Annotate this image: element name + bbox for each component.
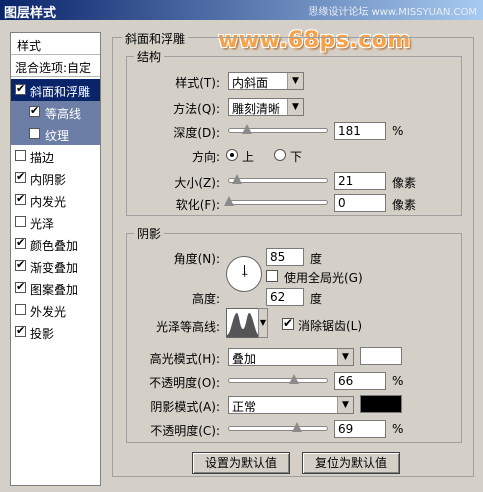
gloss-contour-dropdown[interactable]: ▼ [258,308,268,338]
global-light-label: 使用全局光(G) [284,271,363,285]
watermark-top: 思缘设计论坛 www.MISSYUAN.COM [308,7,477,18]
soften-slider-thumb[interactable] [224,196,234,208]
soften-slider[interactable] [224,196,328,206]
title-bar: 图层样式 思缘设计论坛 www.MISSYUAN.COM [0,0,483,21]
shadow-color-swatch[interactable] [360,395,402,413]
inner-glow-checkbox[interactable] [15,192,26,205]
sidebar-item-drop-shadow[interactable]: 投影 [11,321,100,343]
soften-input[interactable]: 0 [334,194,386,212]
altitude-input[interactable]: 62 [266,288,304,306]
shadow-opacity-slider[interactable] [228,422,328,432]
highlight-opacity-label: 不透明度(O): [149,376,220,390]
bevel-checkbox[interactable] [15,82,26,95]
gloss-contour-preview[interactable] [226,308,260,338]
shadow-opacity-label: 不透明度(C): [150,424,220,438]
direction-label: 方向: [191,150,220,164]
color-overlay-checkbox[interactable] [15,236,26,249]
sidebar-header[interactable]: 样式 [11,33,100,55]
shadow-mode-select[interactable]: 正常 ▼ [228,396,354,414]
angle-unit: 度 [310,252,323,266]
sidebar-item-outer-glow[interactable]: 外发光 [11,299,100,321]
shadow-opacity-unit: % [392,422,404,436]
drop-shadow-checkbox[interactable] [15,324,26,337]
direction-up-radio[interactable] [226,149,238,161]
soften-unit: 像素 [392,198,417,212]
angle-input[interactable]: 85 [266,248,304,266]
size-label: 大小(Z): [174,176,220,190]
chevron-down-icon: ▼ [337,397,353,413]
altitude-unit: 度 [310,292,323,306]
sidebar-item-stroke[interactable]: 描边 [11,145,100,167]
gloss-contour-label: 光泽等高线: [155,320,220,334]
highlight-opacity-unit: % [392,374,404,388]
texture-checkbox[interactable] [29,128,40,139]
sidebar-item-texture[interactable]: 纹理 [11,123,100,145]
depth-slider-thumb[interactable] [241,124,252,136]
shadow-mode-label: 阴影模式(A): [150,400,220,414]
contour-curve-icon [227,313,259,337]
style-list: 样式 混合选项:自定 斜面和浮雕 等高线 纹理 描边 内阴影 内发光 光泽 颜色… [10,32,101,486]
satin-checkbox[interactable] [15,216,26,227]
chevron-down-icon: ▼ [287,99,303,115]
gradient-overlay-checkbox[interactable] [15,258,26,271]
size-unit: 像素 [392,176,417,190]
depth-input[interactable]: 181 [334,122,386,140]
stroke-checkbox[interactable] [15,150,26,161]
contour-checkbox[interactable] [29,104,40,117]
angle-label: 角度(N): [173,252,220,266]
bevel-emboss-title: 斜面和浮雕 [122,30,189,47]
style-label: 样式(T): [175,76,220,90]
depth-label: 深度(D): [173,126,220,140]
sidebar-item-inner-glow[interactable]: 内发光 [11,189,100,211]
altitude-label: 高度: [191,292,220,306]
inner-shadow-checkbox[interactable] [15,170,26,183]
angle-dial[interactable]: + [226,256,262,292]
sidebar-item-satin[interactable]: 光泽 [11,211,100,233]
sidebar-item-color-overlay[interactable]: 颜色叠加 [11,233,100,255]
make-default-button[interactable]: 设置为默认值 [192,452,290,474]
direction-down-label: 下 [290,150,303,164]
technique-select[interactable]: 雕刻清晰 ▼ [228,98,304,116]
highlight-color-swatch[interactable] [360,347,402,365]
crosshair-icon: + [241,270,249,280]
shadow-opacity-slider-thumb[interactable] [291,422,302,434]
pattern-overlay-checkbox[interactable] [15,280,26,293]
soften-label: 软化(F): [175,198,220,212]
sidebar-item-bevel[interactable]: 斜面和浮雕 [11,79,100,101]
depth-unit: % [392,124,404,138]
highlight-mode-label: 高光模式(H): [149,352,220,366]
antialias-label: 消除锯齿(L) [298,319,363,333]
highlight-mode-select[interactable]: 叠加 ▼ [228,348,354,366]
window-title: 图层样式 [4,6,57,21]
depth-slider[interactable] [228,124,328,134]
highlight-opacity-slider[interactable] [228,374,328,384]
size-slider-thumb[interactable] [231,174,242,186]
sidebar-item-pattern-overlay[interactable]: 图案叠加 [11,277,100,299]
shading-title: 阴影 [134,225,165,242]
size-slider[interactable] [228,174,328,184]
antialias-checkbox[interactable] [282,316,294,330]
chevron-down-icon: ▼ [337,349,353,365]
global-light-checkbox[interactable] [266,270,278,282]
reset-default-button[interactable]: 复位为默认值 [302,452,400,474]
size-input[interactable]: 21 [334,172,386,190]
highlight-opacity-slider-thumb[interactable] [288,374,299,386]
sidebar-blend-options[interactable]: 混合选项:自定 [11,55,100,77]
style-select[interactable]: 内斜面 ▼ [228,72,304,90]
direction-down-radio[interactable] [274,149,286,161]
chevron-down-icon: ▼ [259,318,267,327]
outer-glow-checkbox[interactable] [15,304,26,315]
direction-up-label: 上 [242,150,255,164]
sidebar-item-inner-shadow[interactable]: 内阴影 [11,167,100,189]
technique-label: 方法(Q): [173,102,220,116]
sidebar-item-gradient-overlay[interactable]: 渐变叠加 [11,255,100,277]
highlight-opacity-input[interactable]: 66 [334,372,386,390]
structure-title: 结构 [134,48,165,65]
sidebar-item-contour[interactable]: 等高线 [11,101,100,123]
shadow-opacity-input[interactable]: 69 [334,420,386,438]
chevron-down-icon: ▼ [287,73,303,89]
